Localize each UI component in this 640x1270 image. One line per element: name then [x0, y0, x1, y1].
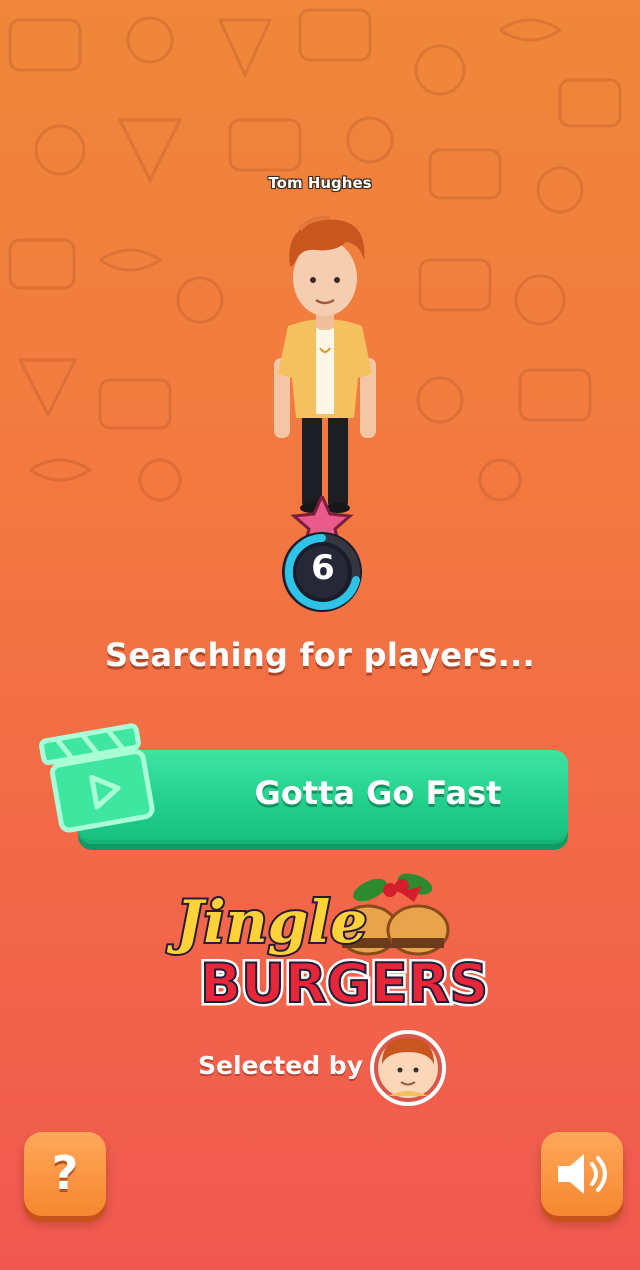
help-button[interactable]: ?: [24, 1132, 106, 1216]
level-number: 6: [311, 548, 335, 588]
jingle-burgers-logo: Jingle BURGERS BURGERS: [164, 873, 490, 1019]
selector-avatar[interactable]: [370, 1030, 446, 1106]
selected-by-label: Selected by: [198, 1051, 364, 1080]
question-icon: ?: [51, 1146, 79, 1200]
logo-title-line1: Jingle: [166, 888, 367, 956]
sound-button[interactable]: [541, 1132, 623, 1216]
logo-outline: BURGERS: [200, 952, 488, 1015]
clapperboard-icon: [39, 723, 155, 833]
matchmaking-screen: Tom Hughes 6 Searching for players... Go…: [0, 0, 640, 1270]
player-name: Tom Hughes: [268, 174, 372, 192]
searching-status-text: Searching for players...: [104, 636, 536, 674]
game-mode-label: Gotta Go Fast: [254, 774, 502, 812]
player-avatar[interactable]: [260, 208, 390, 528]
speaker-icon: [558, 1154, 607, 1194]
